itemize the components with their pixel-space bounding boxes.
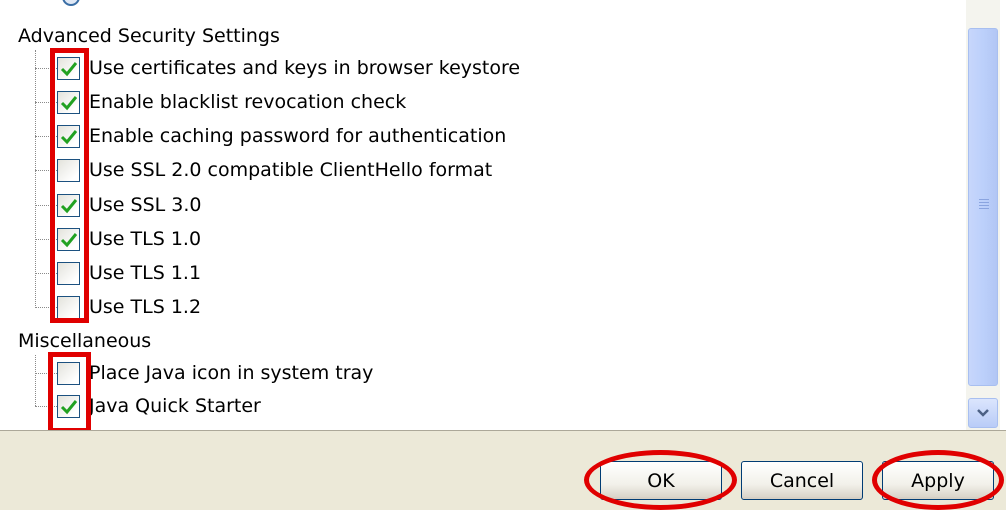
settings-tree-panel: Advanced Security Settings Use certifica…: [0, 0, 1006, 430]
option-browser-keystore[interactable]: Use certificates and keys in browser key…: [57, 53, 520, 83]
option-ssl2-clienthello[interactable]: Use SSL 2.0 compatible ClientHello forma…: [57, 155, 492, 185]
option-label: Java Quick Starter: [89, 395, 261, 417]
tree-connector: [35, 50, 36, 308]
option-java-tray-icon[interactable]: Place Java icon in system tray: [57, 358, 373, 388]
vertical-scrollbar[interactable]: [966, 0, 1000, 430]
option-label: Enable caching password for authenticati…: [89, 125, 507, 147]
highlight-oval-ok: [584, 450, 737, 510]
highlight-box-security: [50, 48, 89, 323]
dialog-footer: OK Cancel Apply: [0, 431, 1006, 510]
highlight-box-misc: [48, 352, 91, 430]
section-title-miscellaneous: Miscellaneous: [18, 330, 152, 352]
option-label: Use SSL 2.0 compatible ClientHello forma…: [89, 159, 493, 181]
scroll-down-button[interactable]: [968, 398, 998, 428]
chevron-down-icon: [977, 409, 989, 417]
option-caching-password[interactable]: Enable caching password for authenticati…: [57, 121, 506, 151]
scroll-thumb[interactable]: [968, 28, 998, 386]
highlight-oval-apply: [872, 450, 1004, 510]
option-label: Place Java icon in system tray: [89, 362, 374, 384]
tree-connector: [35, 355, 36, 406]
option-label: Use TLS 1.0: [89, 228, 202, 250]
option-label: Use SSL 3.0: [89, 194, 202, 216]
option-label: Use TLS 1.1: [89, 262, 202, 284]
option-label: Enable blacklist revocation check: [89, 91, 407, 113]
option-label: Use certificates and keys in browser key…: [89, 57, 521, 79]
group-icon: [62, 0, 80, 6]
option-blacklist-revocation[interactable]: Enable blacklist revocation check: [57, 87, 406, 117]
cancel-button[interactable]: Cancel: [741, 461, 863, 500]
section-title-advanced-security: Advanced Security Settings: [18, 25, 280, 47]
option-label: Use TLS 1.2: [89, 296, 202, 318]
